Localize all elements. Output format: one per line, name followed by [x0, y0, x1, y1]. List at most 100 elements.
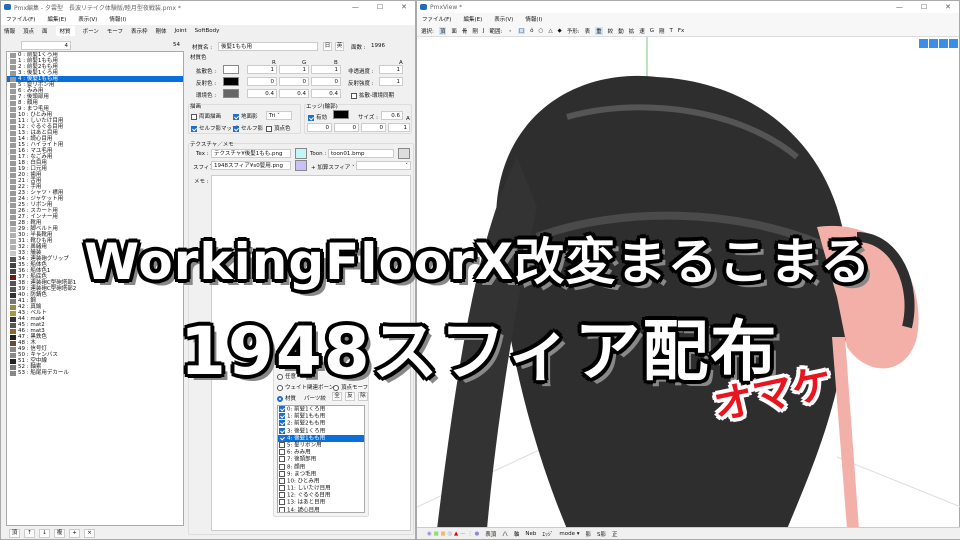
diffuse-g[interactable]: 1	[279, 65, 309, 74]
checklist-item[interactable]: 4: 後髪1もも用	[278, 434, 364, 442]
tab-2[interactable]: 面	[42, 27, 48, 35]
material-list-item[interactable]: 53 : 船尾用デカール	[7, 370, 183, 376]
minimize-icon[interactable]: —	[896, 3, 903, 11]
toolbar-button[interactable]: 絞	[608, 27, 614, 35]
toolbar-button[interactable]: 動	[618, 27, 624, 35]
english-button[interactable]: 英	[335, 42, 344, 51]
toolbar-button[interactable]: 頂	[438, 26, 447, 35]
tab-8[interactable]: Joint	[175, 28, 187, 34]
toolbar-button[interactable]: 剛	[659, 27, 665, 35]
vertex-color-checkbox[interactable]: 頂点色	[266, 124, 291, 132]
toolbar-button[interactable]: 拡	[629, 27, 635, 35]
toolbar-button[interactable]: G	[650, 28, 654, 34]
checklist-item[interactable]: 3: 後髪1くろ用	[278, 427, 364, 435]
toolbar-button[interactable]: △	[548, 28, 552, 34]
toolbar-button[interactable]: 表	[585, 27, 591, 35]
status-button[interactable]: mode ▾	[559, 531, 579, 537]
checklist-item[interactable]: 6: みみ用	[278, 449, 364, 456]
menu-item[interactable]: 編集(E)	[463, 15, 482, 23]
checkbox[interactable]	[279, 470, 285, 477]
checklist-item[interactable]: 8: 顔用	[278, 463, 364, 471]
self-shadow-map-checkbox[interactable]: セルフ影マップ	[191, 124, 238, 132]
specular-swatch[interactable]	[223, 77, 239, 86]
tab-1[interactable]: 頂点	[23, 27, 34, 35]
material-checklist[interactable]: 0: 前髪1くろ用 1: 前髪1もも用 2: 前髪2もも用 3: 後髪1くろ用 4: 後…	[277, 405, 365, 513]
specular-b[interactable]: 0	[311, 77, 341, 86]
tab-7[interactable]: 剛体	[155, 27, 166, 35]
menu-item[interactable]: 表示(V)	[78, 15, 97, 23]
list-button-5[interactable]: ×	[84, 529, 95, 538]
checklist-item[interactable]: 0: 前髪1くろ用	[278, 406, 364, 413]
checklist-item[interactable]: 11: しいたけ目用	[278, 485, 364, 492]
toon-input[interactable]: toon01.bmp	[328, 149, 394, 158]
japanese-button[interactable]: 日	[323, 42, 332, 51]
list-button-4[interactable]: +	[69, 529, 80, 538]
self-shadow-checkbox[interactable]: セルフ影	[233, 124, 263, 132]
ambient-b[interactable]: 0.4	[311, 89, 341, 98]
toolbar-button[interactable]: ô	[530, 28, 533, 34]
status-button[interactable]: 正	[612, 530, 618, 538]
edge-enabled-checkbox[interactable]: 有効	[308, 113, 327, 121]
specular-r[interactable]: 0	[247, 77, 277, 86]
checkbox[interactable]	[279, 463, 285, 470]
ground-shadow-checkbox[interactable]: 地面影	[233, 112, 258, 120]
toolbar-button[interactable]: 予形:	[567, 27, 580, 35]
toolbar-button[interactable]: 範囲:	[490, 27, 503, 35]
radio-material[interactable]: 材質	[277, 394, 296, 402]
minimize-icon[interactable]: —	[352, 3, 359, 11]
tab-5[interactable]: モーフ	[107, 27, 123, 35]
checklist-item[interactable]: 9: まつ毛用	[278, 470, 364, 478]
maximize-icon[interactable]: ☐	[377, 3, 383, 11]
checkbox[interactable]	[279, 413, 285, 420]
checkbox[interactable]	[279, 420, 285, 427]
sphere-sub-select[interactable]: ˅	[356, 161, 411, 170]
status-button[interactable]: 影	[585, 530, 591, 538]
edge-r[interactable]: 0	[307, 123, 332, 132]
menu-item[interactable]: 情報(I)	[525, 15, 542, 23]
checkbox[interactable]	[279, 434, 285, 441]
toolbar-button[interactable]: 速	[639, 27, 645, 35]
list-button-2[interactable]: ↓	[39, 529, 50, 538]
checklist-item[interactable]: 10: ひとみ用	[278, 477, 364, 485]
toolbar-button[interactable]: 選択:	[421, 27, 434, 35]
sphere-input[interactable]: 1948スフィア¥s0髪用.png	[211, 161, 291, 170]
toolbar-button[interactable]: T	[670, 28, 673, 34]
tab-9[interactable]: SoftBody	[195, 28, 220, 34]
toolbar-button[interactable]: 重	[595, 26, 603, 35]
status-button[interactable]: 八	[502, 530, 508, 538]
menu-item[interactable]: ファイル(F)	[422, 15, 451, 23]
toolbar-button[interactable]: □	[517, 27, 526, 34]
checkbox[interactable]	[279, 406, 285, 412]
status-button[interactable]: 表頂	[485, 530, 496, 538]
spec-power-input[interactable]: 1	[379, 77, 403, 86]
opacity-input[interactable]: 1	[379, 65, 403, 74]
tex-input[interactable]: テクスチャ¥後髪1もも.png	[211, 149, 291, 158]
checkbox[interactable]	[279, 506, 285, 512]
status-button[interactable]: Neb	[525, 531, 536, 537]
checkbox[interactable]	[279, 485, 285, 492]
edge-a[interactable]: 1	[388, 123, 410, 132]
tab-6[interactable]: 表示枠	[131, 27, 148, 35]
checklist-item[interactable]: 14: 読心目用	[278, 506, 364, 512]
toolbar-button[interactable]: Fx	[678, 28, 684, 34]
tab-3[interactable]: 材質	[55, 26, 75, 36]
checkbox[interactable]	[279, 492, 285, 499]
toon-swatch[interactable]	[398, 148, 410, 159]
status-button[interactable]: ｴｯｼﾞ	[542, 530, 553, 538]
close-icon[interactable]: ✕	[945, 3, 951, 11]
edge-size-input[interactable]: 0.6	[381, 111, 403, 120]
status-button[interactable]: 軸	[514, 530, 520, 538]
menu-item[interactable]: 編集(E)	[47, 15, 66, 23]
checklist-item[interactable]: 1: 前髪1もも用	[278, 413, 364, 420]
toolbar-button[interactable]: 骨	[462, 27, 468, 35]
tab-0[interactable]: 情報	[4, 27, 15, 35]
list-button-0[interactable]: 頂	[9, 529, 20, 538]
menu-item[interactable]: 表示(V)	[494, 15, 513, 23]
toolbar-button[interactable]: ・	[507, 27, 513, 35]
specular-g[interactable]: 0	[279, 77, 309, 86]
ambient-swatch[interactable]	[223, 89, 239, 98]
checkbox[interactable]	[279, 449, 285, 456]
menu-item[interactable]: ファイル(F)	[6, 15, 35, 23]
tex-swatch[interactable]	[295, 148, 307, 159]
checkbox[interactable]	[279, 456, 285, 463]
